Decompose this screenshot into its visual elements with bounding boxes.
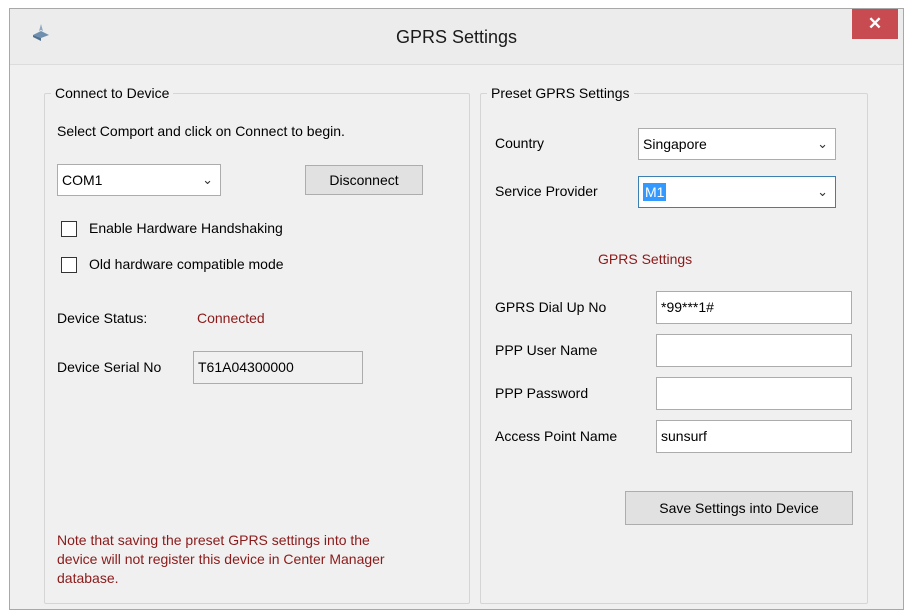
preset-gprs-settings-group: Preset GPRS Settings Country Singapore ⌄… bbox=[480, 85, 868, 604]
country-label: Country bbox=[495, 135, 545, 151]
ppp-user-label: PPP User Name bbox=[495, 342, 598, 358]
chevron-down-icon: ⌄ bbox=[202, 172, 213, 187]
apn-field[interactable]: sunsurf bbox=[656, 420, 852, 453]
client-area: Connect to Device Select Comport and cli… bbox=[10, 65, 903, 609]
apn-label: Access Point Name bbox=[495, 428, 618, 444]
preset-group-title: Preset GPRS Settings bbox=[491, 85, 630, 101]
device-status-label: Device Status: bbox=[57, 310, 148, 326]
country-select[interactable]: Singapore ⌄ bbox=[638, 128, 836, 160]
close-button[interactable]: ✕ bbox=[852, 9, 898, 39]
chevron-down-icon: ⌄ bbox=[817, 184, 828, 199]
old-hardware-label[interactable]: Old hardware compatible mode bbox=[89, 256, 284, 272]
ppp-user-field[interactable] bbox=[656, 334, 852, 367]
gprs-settings-window: GPRS Settings ✕ Connect to Device Select… bbox=[9, 8, 904, 610]
handshaking-label[interactable]: Enable Hardware Handshaking bbox=[89, 220, 283, 236]
country-value: Singapore bbox=[643, 136, 707, 152]
connect-group-title: Connect to Device bbox=[55, 85, 170, 101]
dialup-label: GPRS Dial Up No bbox=[495, 299, 607, 315]
gprs-settings-heading: GPRS Settings bbox=[598, 251, 693, 267]
save-settings-button[interactable]: Save Settings into Device bbox=[625, 491, 853, 525]
window-title: GPRS Settings bbox=[395, 27, 518, 47]
connect-to-device-group: Connect to Device Select Comport and cli… bbox=[44, 85, 470, 604]
ppp-password-field[interactable] bbox=[656, 377, 852, 410]
disconnect-button[interactable]: Disconnect bbox=[305, 165, 423, 195]
dialup-field[interactable]: *99***1# bbox=[656, 291, 852, 324]
service-provider-select[interactable]: M1 ⌄ bbox=[638, 176, 836, 208]
registration-note: Note that saving the preset GPRS setting… bbox=[57, 532, 385, 586]
comport-value: COM1 bbox=[62, 172, 103, 188]
service-provider-value: M1 bbox=[643, 183, 667, 201]
old-hardware-checkbox[interactable] bbox=[61, 257, 77, 273]
ppp-password-label: PPP Password bbox=[495, 385, 589, 401]
service-provider-label: Service Provider bbox=[495, 183, 598, 199]
close-icon: ✕ bbox=[867, 14, 883, 33]
device-status-value: Connected bbox=[197, 310, 265, 326]
device-serial-label: Device Serial No bbox=[57, 359, 162, 375]
handshaking-checkbox[interactable] bbox=[61, 221, 77, 237]
comport-select[interactable]: COM1 ⌄ bbox=[57, 164, 221, 196]
connect-instruction: Select Comport and click on Connect to b… bbox=[57, 123, 345, 139]
chevron-down-icon: ⌄ bbox=[817, 136, 828, 151]
device-serial-field[interactable]: T61A04300000 bbox=[193, 351, 363, 384]
title-bar[interactable]: GPRS Settings ✕ bbox=[10, 9, 903, 65]
